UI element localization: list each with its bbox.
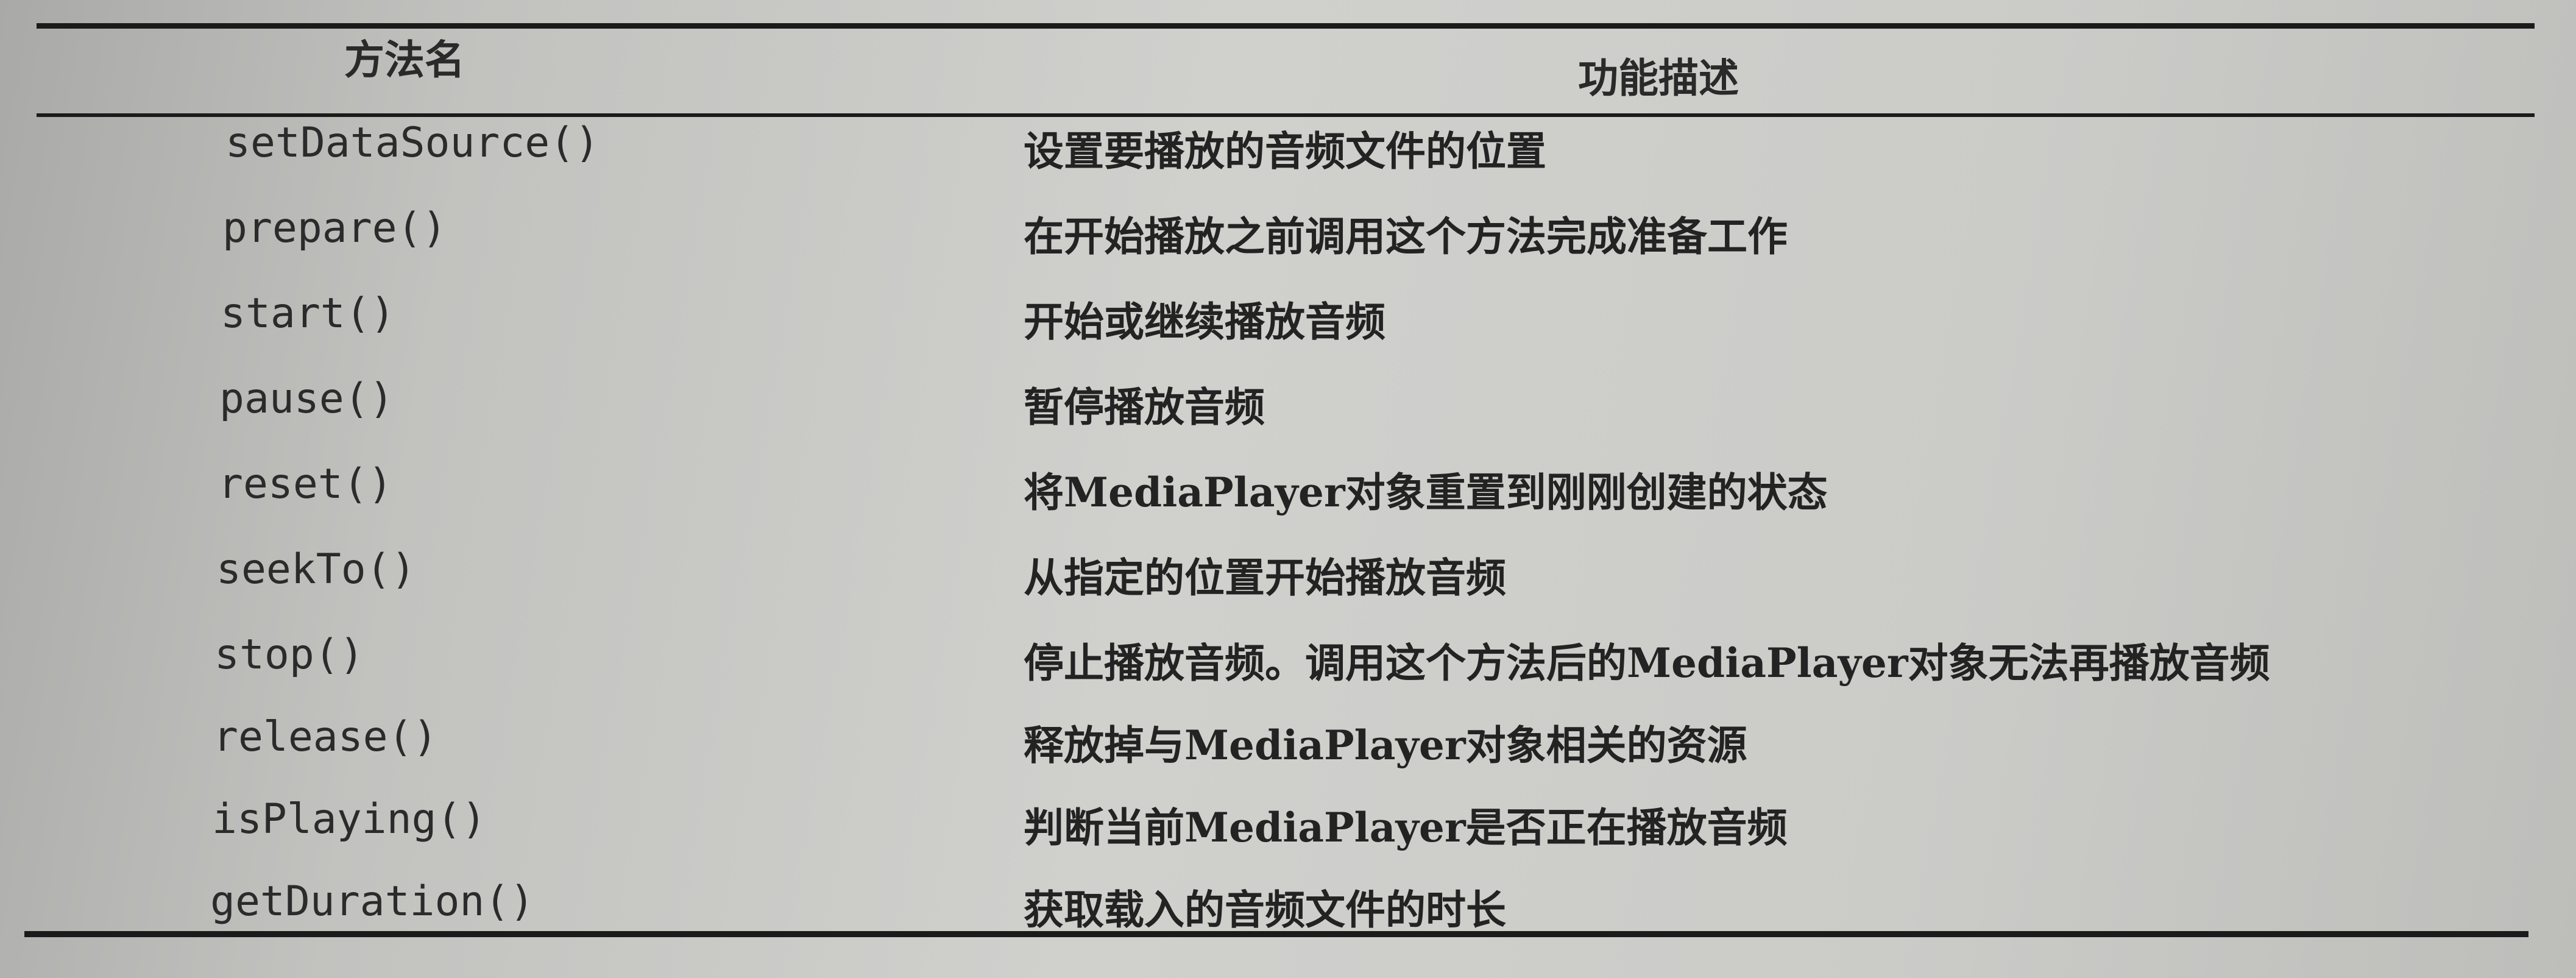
table-row: isPlaying() 判断当前MediaPlayer是否正在播放音频 xyxy=(0,795,2576,881)
table-row: seekTo() 从指定的位置开始播放音频 xyxy=(0,545,2576,631)
method-name: getDuration() xyxy=(210,877,535,926)
table-row: reset() 将MediaPlayer对象重置到刚刚创建的状态 xyxy=(0,460,2576,545)
book-page: 方法名 功能描述 setDataSource() 设置要播放的音频文件的位置 p… xyxy=(0,0,2576,978)
header-method-name: 方法名 xyxy=(344,37,465,83)
method-name: prepare() xyxy=(222,204,447,252)
table-row: getDuration() 获取载入的音频文件的时长 xyxy=(0,877,2576,963)
method-description: 将MediaPlayer对象重置到刚刚创建的状态 xyxy=(1024,469,1828,516)
method-name: pause() xyxy=(219,375,394,423)
table-header-rule xyxy=(37,113,2535,117)
method-description: 判断当前MediaPlayer是否正在播放音频 xyxy=(1024,804,1788,851)
table-row: start() 开始或继续播放音频 xyxy=(0,289,2576,375)
method-description: 从指定的位置开始播放音频 xyxy=(1024,554,1506,601)
table-row: release() 释放掉与MediaPlayer对象相关的资源 xyxy=(0,713,2576,798)
method-description: 开始或继续播放音频 xyxy=(1024,298,1385,345)
table-row: pause() 暂停播放音频 xyxy=(0,375,2576,460)
method-description: 设置要播放的音频文件的位置 xyxy=(1024,127,1546,175)
method-description: 在开始播放之前调用这个方法完成准备工作 xyxy=(1024,213,1788,260)
method-name: stop() xyxy=(214,631,364,679)
method-description: 停止播放音频。调用这个方法后的MediaPlayer对象无法再播放音频 xyxy=(1024,639,2270,687)
method-name: start() xyxy=(221,289,395,338)
table-row: setDataSource() 设置要播放的音频文件的位置 xyxy=(0,119,2576,204)
method-name: setDataSource() xyxy=(225,119,600,167)
method-description: 暂停播放音频 xyxy=(1024,383,1265,431)
method-description: 获取载入的音频文件的时长 xyxy=(1024,886,1506,934)
table-row: prepare() 在开始播放之前调用这个方法完成准备工作 xyxy=(0,204,2576,289)
method-name: release() xyxy=(213,713,438,761)
method-name: reset() xyxy=(218,460,393,508)
header-description: 功能描述 xyxy=(1578,55,1739,102)
method-description: 释放掉与MediaPlayer对象相关的资源 xyxy=(1024,721,1747,769)
table-row: stop() 停止播放音频。调用这个方法后的MediaPlayer对象无法再播放… xyxy=(0,631,2576,716)
method-name: isPlaying() xyxy=(212,795,487,843)
method-name: seekTo() xyxy=(216,545,416,594)
